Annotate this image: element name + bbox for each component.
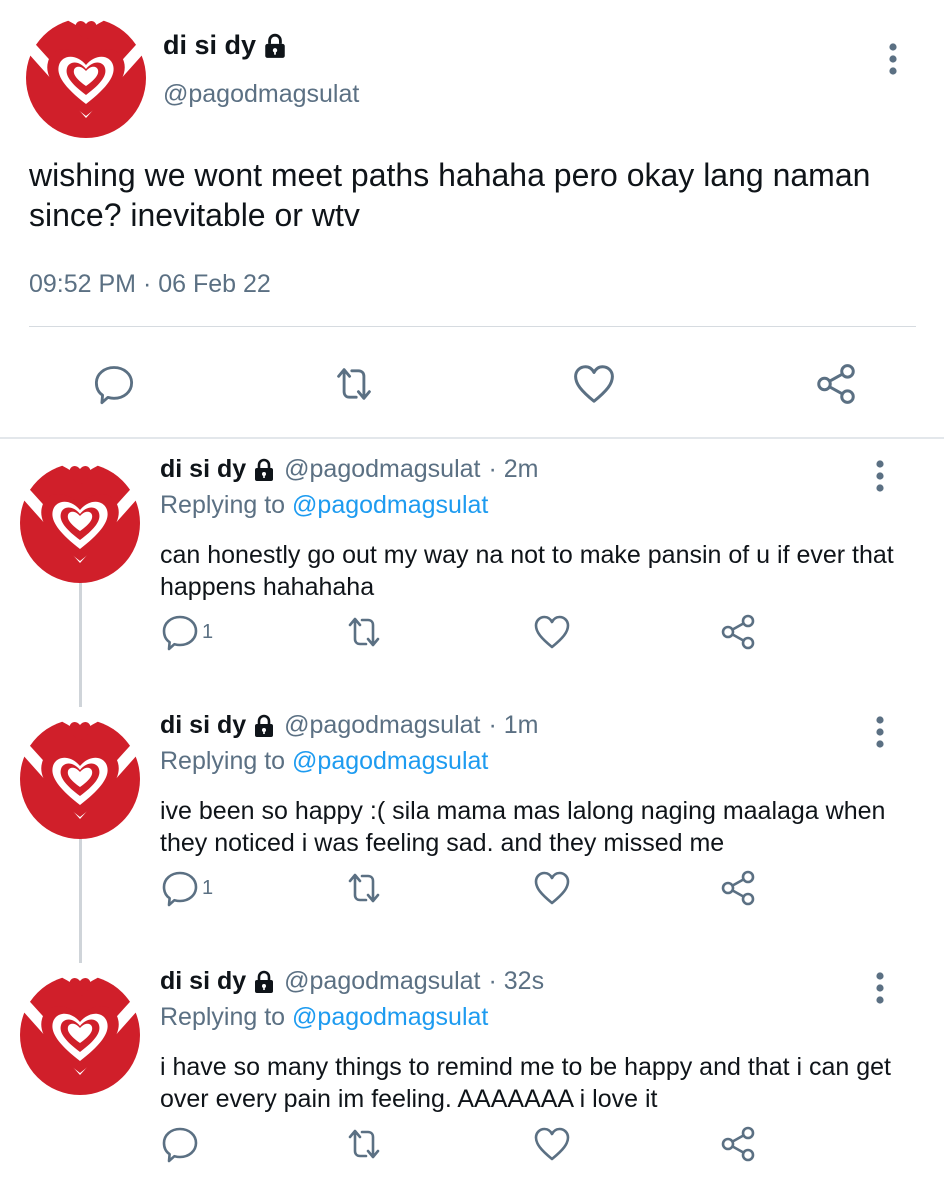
relative-time[interactable]: · 32s: [488, 967, 544, 996]
heart-icon: [532, 868, 572, 908]
heart-icon: [532, 1124, 572, 1164]
avatar-heart-image: [20, 975, 140, 1095]
reply-header: di si dy @pagodmagsulat · 2m: [160, 455, 538, 484]
reply-count: 1: [202, 620, 214, 643]
share-icon: [813, 361, 859, 407]
share-button[interactable]: [718, 1122, 758, 1166]
tweet-text: wishing we wont meet paths hahaha pero o…: [29, 157, 871, 233]
like-button[interactable]: [532, 1122, 572, 1166]
avatar[interactable]: [26, 18, 146, 138]
share-icon: [718, 612, 758, 652]
avatar-heart-image: [20, 719, 140, 839]
share-button[interactable]: [718, 866, 758, 910]
lock-icon: [252, 970, 276, 994]
mention-link[interactable]: @pagodmagsulat: [292, 747, 488, 775]
heart-icon: [571, 361, 617, 407]
lock-icon: [262, 33, 288, 59]
reply-tweet: di si dy @pagodmagsulat · 2m Replying to…: [0, 455, 944, 695]
reply-count: 1: [202, 876, 214, 899]
avatar[interactable]: [20, 975, 140, 1095]
display-name[interactable]: di si dy: [160, 967, 246, 996]
relative-time[interactable]: · 1m: [488, 711, 538, 740]
replying-to: Replying to @pagodmagsulat: [160, 491, 488, 520]
reply-bubble-icon: [160, 868, 200, 908]
display-name[interactable]: di si dy: [160, 711, 246, 740]
section-separator: [0, 437, 944, 439]
retweet-icon: [344, 868, 384, 908]
reply-button[interactable]: [160, 1122, 202, 1166]
main-tweet: di si dy @pagodmagsulat wishing we wont …: [0, 0, 944, 437]
reply-button[interactable]: 1: [160, 866, 213, 910]
share-button[interactable]: [718, 610, 758, 654]
reply-header: di si dy @pagodmagsulat · 32s: [160, 967, 544, 996]
tweet-text: ive been so happy :( sila mama mas lalon…: [160, 797, 886, 857]
handle[interactable]: @pagodmagsulat: [163, 80, 359, 109]
relative-time[interactable]: · 2m: [488, 455, 538, 484]
lock-icon: [252, 458, 276, 482]
more-options-icon[interactable]: [874, 715, 886, 749]
mention-link[interactable]: @pagodmagsulat: [292, 1003, 488, 1031]
display-name[interactable]: di si dy: [160, 455, 246, 484]
tweet-actions: 1: [0, 610, 944, 654]
tweet-actions: [0, 356, 944, 412]
retweet-icon: [332, 362, 376, 406]
share-icon: [718, 1124, 758, 1164]
tweet-text: i have so many things to remind me to be…: [160, 1053, 891, 1113]
display-name-row: di si dy: [163, 30, 288, 61]
mention-link[interactable]: @pagodmagsulat: [292, 491, 488, 519]
more-options-icon[interactable]: [874, 971, 886, 1005]
handle[interactable]: @pagodmagsulat: [284, 455, 480, 484]
replying-to-label: Replying to: [160, 747, 286, 775]
more-options-icon[interactable]: [887, 42, 899, 76]
lock-icon: [252, 714, 276, 738]
reply-tweet: di si dy @pagodmagsulat · 1m Replying to…: [0, 711, 944, 951]
reply-button[interactable]: [86, 356, 142, 412]
avatar[interactable]: [20, 719, 140, 839]
reply-button[interactable]: 1: [160, 610, 213, 654]
replying-to-label: Replying to: [160, 491, 286, 519]
reply-bubble-icon: [160, 1124, 200, 1164]
avatar-heart-image: [20, 463, 140, 583]
share-button[interactable]: [808, 356, 864, 412]
tweet-actions: 1: [0, 866, 944, 910]
retweet-button[interactable]: [326, 356, 382, 412]
reply-bubble-icon: [92, 362, 136, 406]
tweet-text: can honestly go out my way na not to mak…: [160, 541, 894, 601]
retweet-button[interactable]: [344, 610, 384, 654]
avatar-heart-image: [26, 18, 146, 138]
handle[interactable]: @pagodmagsulat: [284, 967, 480, 996]
reply-header: di si dy @pagodmagsulat · 1m: [160, 711, 538, 740]
reply-tweet: di si dy @pagodmagsulat · 32s Replying t…: [0, 967, 944, 1200]
replying-to-label: Replying to: [160, 1003, 286, 1031]
replying-to: Replying to @pagodmagsulat: [160, 1003, 488, 1032]
display-name[interactable]: di si dy: [163, 30, 256, 61]
tweet-actions: [0, 1122, 944, 1166]
handle[interactable]: @pagodmagsulat: [284, 711, 480, 740]
retweet-button[interactable]: [344, 1122, 384, 1166]
retweet-icon: [344, 612, 384, 652]
divider: [29, 326, 916, 327]
retweet-icon: [344, 1124, 384, 1164]
heart-icon: [532, 612, 572, 652]
tweet-timestamp[interactable]: 09:52 PM · 06 Feb 22: [29, 270, 271, 299]
share-icon: [718, 868, 758, 908]
replying-to: Replying to @pagodmagsulat: [160, 747, 488, 776]
like-button[interactable]: [532, 866, 572, 910]
retweet-button[interactable]: [344, 866, 384, 910]
reply-bubble-icon: [160, 612, 200, 652]
avatar[interactable]: [20, 463, 140, 583]
like-button[interactable]: [566, 356, 622, 412]
like-button[interactable]: [532, 610, 572, 654]
more-options-icon[interactable]: [874, 459, 886, 493]
